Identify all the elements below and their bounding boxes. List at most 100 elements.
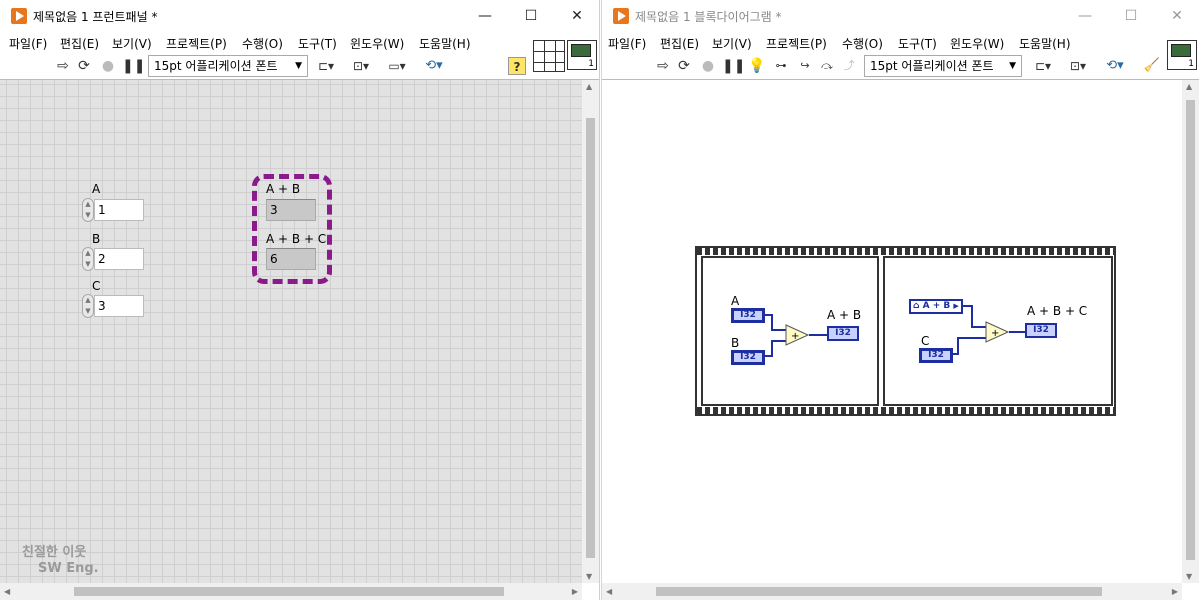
menu-help[interactable]: 도움말(H): [419, 35, 471, 52]
menu-file[interactable]: 파일(F): [9, 35, 47, 52]
window-title: 제목없음 1 프런트패널 *: [33, 10, 158, 24]
menu-help[interactable]: 도움말(H): [1019, 35, 1071, 52]
indicator-abc-terminal[interactable]: I32: [1025, 323, 1057, 338]
vi-icon[interactable]: 1: [1167, 40, 1197, 70]
menu-edit[interactable]: 편집(E): [660, 35, 699, 52]
chevron-right-icon: ▶: [953, 302, 959, 310]
add-node-symbol: +: [791, 331, 799, 342]
context-help-icon[interactable]: ?: [508, 57, 526, 75]
indicator-abc-value[interactable]: 6: [266, 248, 316, 270]
step-into-icon[interactable]: ↪: [796, 57, 814, 75]
font-select[interactable]: 15pt 어플리케이션 폰트 ▼: [864, 55, 1022, 77]
local-variable-ab[interactable]: ⌂ A + B ▶: [909, 299, 963, 314]
indicator-ab-terminal[interactable]: I32: [827, 326, 859, 341]
vertical-scrollbar[interactable]: ▲ ▼: [1182, 80, 1199, 583]
menu-view[interactable]: 보기(V): [112, 35, 152, 52]
minimize-button[interactable]: —: [1062, 0, 1108, 32]
vi-icon-graphic: [1171, 44, 1191, 57]
run-arrow-icon[interactable]: ⇨: [55, 57, 71, 75]
distribute-objects-icon[interactable]: ⊡▾: [348, 57, 374, 75]
scroll-thumb[interactable]: [74, 587, 504, 596]
step-over-icon[interactable]: ⤼: [818, 57, 836, 75]
step-out-icon[interactable]: ⤴: [840, 57, 858, 75]
increment-decrement-arrows[interactable]: ▲ ▼: [82, 198, 94, 222]
menu-window[interactable]: 윈도우(W): [950, 35, 1004, 52]
terminal-a[interactable]: I32: [731, 308, 765, 323]
indicator-ab-label: A + B: [827, 308, 862, 322]
wire-int: [971, 305, 973, 327]
scroll-thumb[interactable]: [586, 118, 595, 558]
control-c-label: C: [92, 279, 101, 293]
terminal-b[interactable]: I32: [731, 350, 765, 365]
scroll-left-icon[interactable]: ◀: [4, 587, 10, 596]
sequence-frame-2[interactable]: ⌂ A + B ▶ C I32 + A + B + C I32: [883, 256, 1113, 406]
run-arrow-icon[interactable]: ⇨: [655, 57, 671, 75]
resize-objects-icon[interactable]: ▭▾: [384, 57, 410, 75]
front-panel-canvas[interactable]: A ▲ ▼ 1 B ▲ ▼ 2 C ▲ ▼ 3 A + B 3 A + B + C 6…: [0, 80, 582, 583]
wire-int: [771, 340, 773, 356]
scroll-left-icon[interactable]: ◀: [606, 587, 612, 596]
flat-sequence-structure[interactable]: A I32 B I32 + A + B I32 ⌂ A + B ▶ C I32 …: [695, 246, 1116, 416]
scroll-down-icon[interactable]: ▼: [1186, 572, 1192, 581]
horizontal-scrollbar[interactable]: ◀ ▶: [602, 583, 1182, 600]
menu-window[interactable]: 윈도우(W): [350, 35, 404, 52]
font-select[interactable]: 15pt 어플리케이션 폰트 ▼: [148, 55, 308, 77]
title-bar[interactable]: 제목없음 1 블록다이어그램 * — ☐ ✕: [602, 0, 1199, 32]
scroll-right-icon[interactable]: ▶: [572, 587, 578, 596]
scroll-down-icon[interactable]: ▼: [586, 572, 592, 581]
add-node[interactable]: +: [985, 321, 1009, 343]
run-continuously-icon[interactable]: ⟳: [76, 57, 92, 75]
align-objects-icon[interactable]: ⊏▾: [313, 57, 339, 75]
watermark: 친절한 이웃 SW Eng.: [22, 545, 99, 577]
menu-edit[interactable]: 편집(E): [60, 35, 99, 52]
pause-icon[interactable]: ❚❚: [122, 57, 145, 75]
indicator-ab-value[interactable]: 3: [266, 199, 316, 221]
vertical-scrollbar[interactable]: ▲ ▼: [582, 80, 599, 583]
control-a-value[interactable]: 1: [94, 199, 144, 221]
title-bar[interactable]: 제목없음 1 프런트패널 * — ☐ ✕: [0, 0, 599, 32]
reorder-icon[interactable]: ⟲▾: [421, 57, 447, 75]
distribute-objects-icon[interactable]: ⊡▾: [1065, 57, 1091, 75]
menu-tools[interactable]: 도구(T): [298, 35, 337, 52]
menu-file[interactable]: 파일(F): [608, 35, 646, 52]
increment-decrement-arrows[interactable]: ▲ ▼: [82, 247, 94, 271]
align-objects-icon[interactable]: ⊏▾: [1030, 57, 1056, 75]
sequence-frame-1[interactable]: A I32 B I32 + A + B I32: [701, 256, 879, 406]
menu-operate[interactable]: 수행(O): [242, 35, 283, 52]
close-button[interactable]: ✕: [1154, 0, 1199, 32]
menu-tools[interactable]: 도구(T): [898, 35, 937, 52]
minimize-button[interactable]: —: [462, 0, 508, 32]
add-node[interactable]: +: [785, 324, 809, 346]
abort-icon[interactable]: ●: [700, 57, 716, 75]
increment-decrement-arrows[interactable]: ▲ ▼: [82, 294, 94, 318]
control-b-value[interactable]: 2: [94, 248, 144, 270]
scroll-thumb[interactable]: [656, 587, 1102, 596]
maximize-button[interactable]: ☐: [508, 0, 554, 32]
block-diagram-canvas[interactable]: A I32 B I32 + A + B I32 ⌂ A + B ▶ C I32 …: [602, 80, 1182, 583]
connector-pane[interactable]: [533, 40, 565, 72]
terminal-c[interactable]: I32: [919, 348, 953, 363]
scroll-right-icon[interactable]: ▶: [1172, 587, 1178, 596]
control-c-value[interactable]: 3: [94, 295, 144, 317]
menu-view[interactable]: 보기(V): [712, 35, 752, 52]
scroll-up-icon[interactable]: ▲: [1186, 82, 1192, 91]
menu-operate[interactable]: 수행(O): [842, 35, 883, 52]
highlight-execution-icon[interactable]: 💡: [748, 57, 765, 75]
reorder-icon[interactable]: ⟲▾: [1102, 57, 1128, 75]
scroll-thumb[interactable]: [1186, 100, 1195, 560]
vi-icon[interactable]: 1: [567, 40, 597, 70]
pause-icon[interactable]: ❚❚: [722, 57, 745, 75]
close-button[interactable]: ✕: [554, 0, 599, 32]
run-continuously-icon[interactable]: ⟳: [676, 57, 692, 75]
maximize-button[interactable]: ☐: [1108, 0, 1154, 32]
horizontal-scrollbar[interactable]: ◀ ▶: [0, 583, 582, 600]
abort-icon[interactable]: ●: [100, 57, 116, 75]
terminal-b-label: B: [731, 336, 740, 350]
clean-up-diagram-icon[interactable]: 🧹: [1141, 57, 1163, 75]
scroll-up-icon[interactable]: ▲: [586, 82, 592, 91]
retain-wire-values-icon[interactable]: ⊶: [772, 57, 790, 75]
menu-project[interactable]: 프로젝트(P): [166, 35, 227, 52]
menu-project[interactable]: 프로젝트(P): [766, 35, 827, 52]
local-variable-label: A + B: [922, 301, 951, 311]
indicator-abc-label: A + B + C: [1027, 304, 1088, 318]
